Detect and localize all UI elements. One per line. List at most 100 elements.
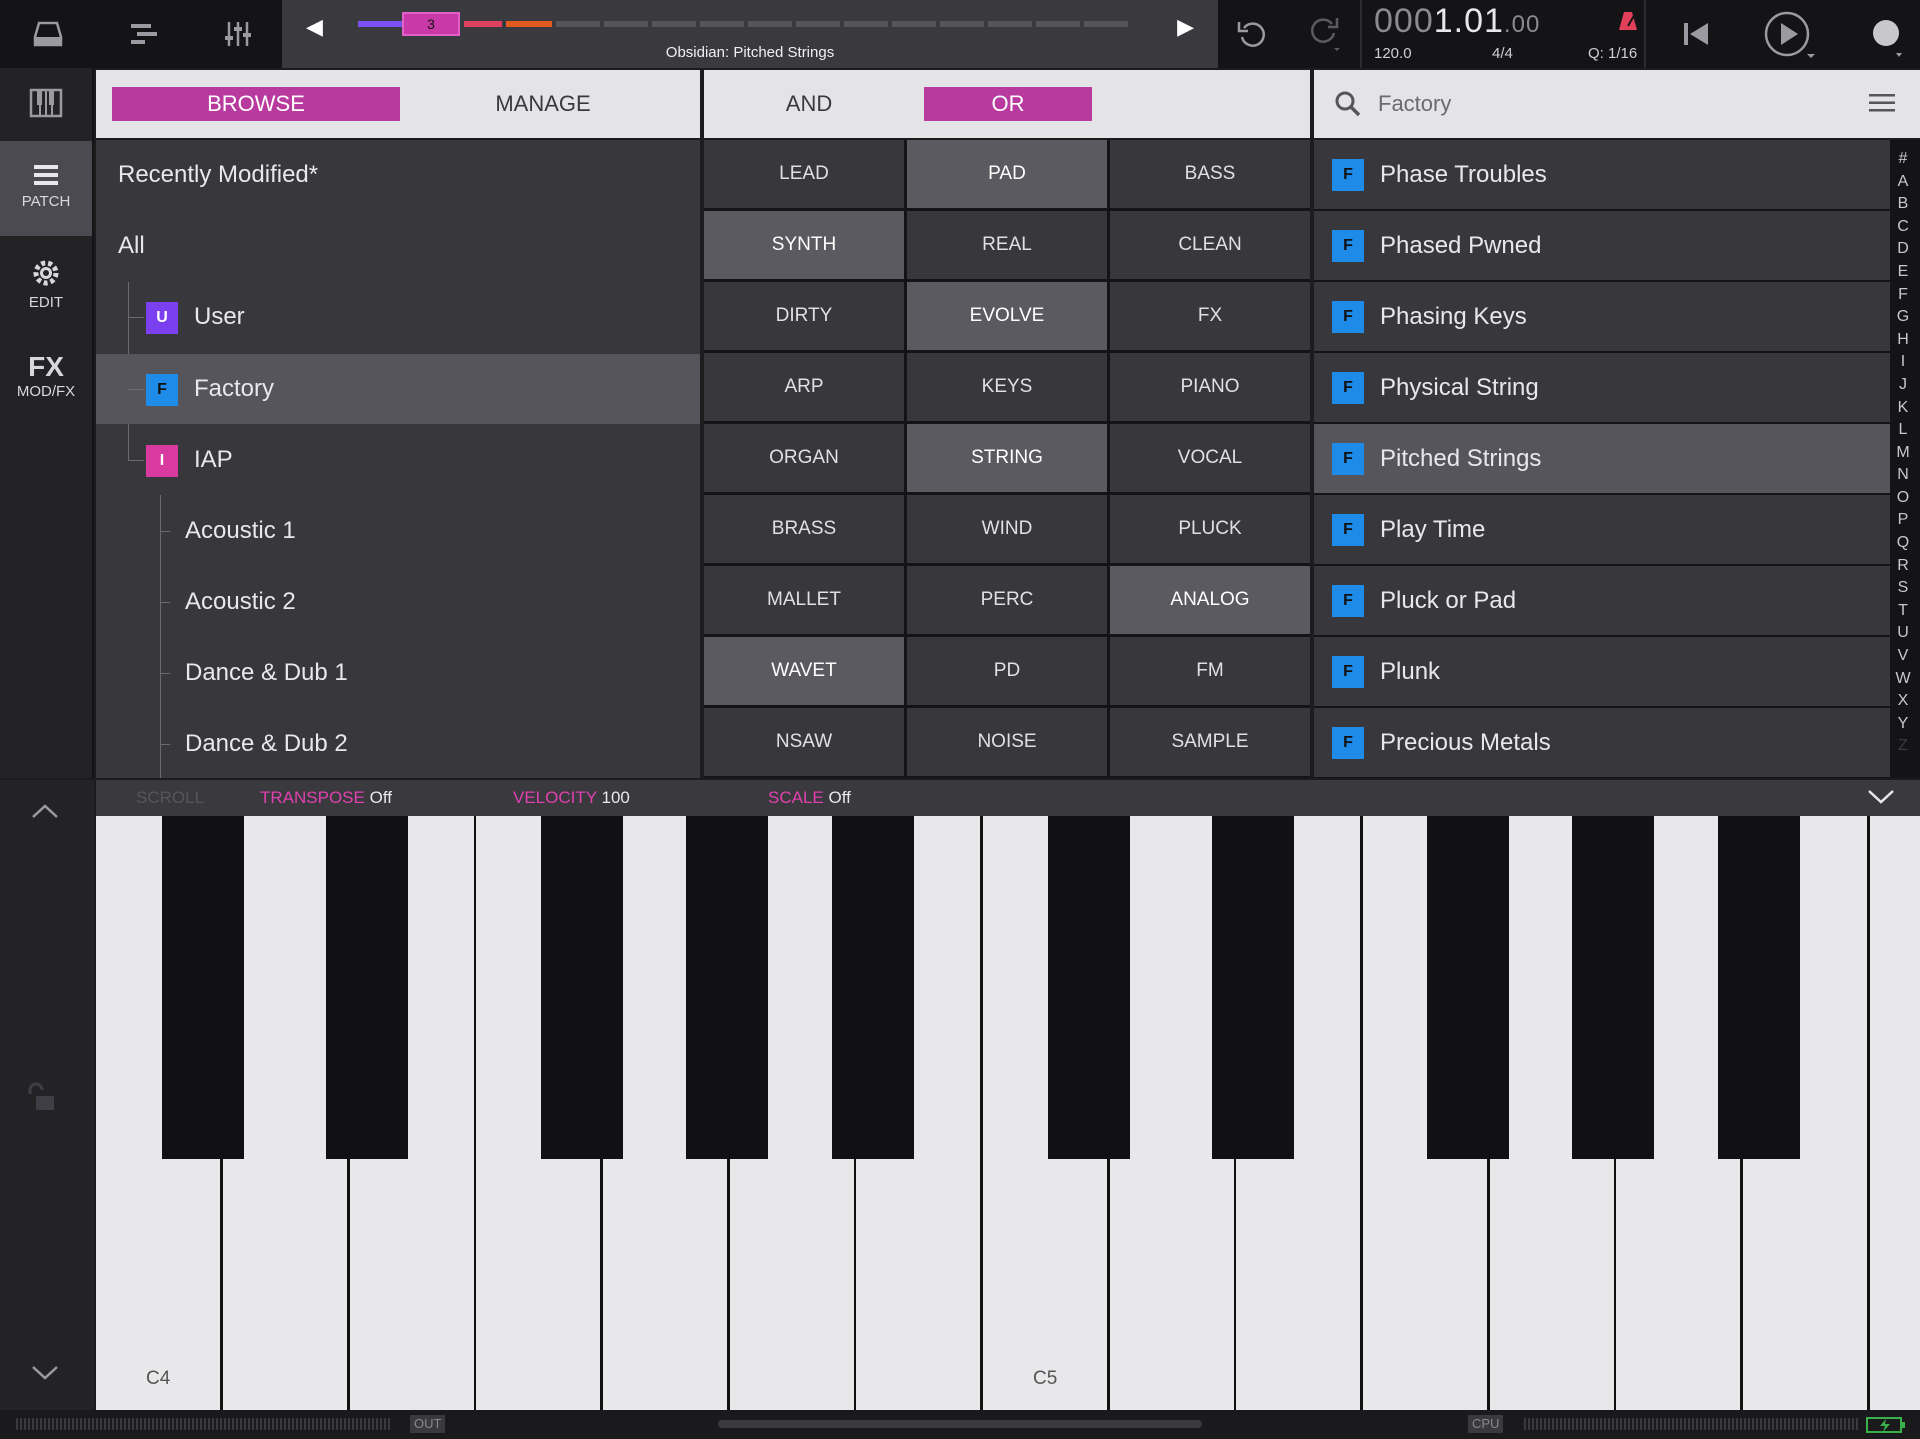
- record-icon[interactable]: [1846, 0, 1916, 68]
- alphabet-letter[interactable]: S: [1890, 579, 1916, 597]
- previous-pattern-icon[interactable]: ◀: [306, 14, 336, 44]
- alphabet-letter[interactable]: A: [1890, 173, 1916, 191]
- tree-item-user[interactable]: U User: [96, 282, 700, 352]
- alphabet-letter[interactable]: X: [1890, 692, 1916, 710]
- patch-row[interactable]: F Plunk: [1314, 637, 1890, 706]
- black-key[interactable]: [832, 816, 914, 1159]
- patch-row[interactable]: F Physical String: [1314, 353, 1890, 422]
- black-key[interactable]: [1718, 816, 1800, 1159]
- black-key[interactable]: [541, 816, 623, 1159]
- alphabet-letter[interactable]: Y: [1890, 715, 1916, 733]
- alphabet-letter[interactable]: C: [1890, 218, 1916, 236]
- alphabet-letter[interactable]: D: [1890, 240, 1916, 258]
- tag-vocal[interactable]: VOCAL: [1110, 424, 1310, 492]
- tree-item-factory[interactable]: F Factory: [96, 354, 700, 424]
- alphabet-letter[interactable]: J: [1890, 376, 1916, 394]
- white-key[interactable]: [1870, 816, 1920, 1410]
- keyboard-view-icon[interactable]: [0, 70, 92, 136]
- alphabet-letter[interactable]: W: [1890, 670, 1916, 688]
- manage-button[interactable]: MANAGE: [400, 87, 686, 121]
- alphabet-letter[interactable]: M: [1890, 444, 1916, 462]
- arrange-icon[interactable]: [118, 0, 170, 68]
- lock-icon[interactable]: [26, 1082, 60, 1121]
- transport-display[interactable]: 0001.01.00 120.0 4/4 Q: 1/16: [1360, 0, 1646, 68]
- piano-keyboard[interactable]: C4 C5: [96, 816, 1920, 1410]
- tab-edit[interactable]: EDIT: [0, 236, 92, 331]
- tag-noise[interactable]: NOISE: [907, 708, 1107, 776]
- alphabet-letter[interactable]: I: [1890, 353, 1916, 371]
- patch-row[interactable]: F Pluck or Pad: [1314, 566, 1890, 635]
- black-key[interactable]: [1048, 816, 1130, 1159]
- alphabet-letter[interactable]: V: [1890, 647, 1916, 665]
- instrument-icon[interactable]: [22, 0, 74, 68]
- menu-icon[interactable]: [1868, 92, 1896, 119]
- tree-item-all[interactable]: All: [96, 211, 700, 281]
- tag-fx[interactable]: FX: [1110, 282, 1310, 350]
- tag-pd[interactable]: PD: [907, 637, 1107, 705]
- alphabet-letter[interactable]: P: [1890, 511, 1916, 529]
- alphabet-letter[interactable]: U: [1890, 624, 1916, 642]
- alphabet-letter[interactable]: L: [1890, 421, 1916, 439]
- tag-pad[interactable]: PAD: [907, 140, 1107, 208]
- tag-lead[interactable]: LEAD: [704, 140, 904, 208]
- tag-mallet[interactable]: MALLET: [704, 566, 904, 634]
- tag-fm[interactable]: FM: [1110, 637, 1310, 705]
- patch-row[interactable]: F Phasing Keys: [1314, 282, 1890, 351]
- undo-icon[interactable]: [1224, 0, 1280, 68]
- tag-wind[interactable]: WIND: [907, 495, 1107, 563]
- black-key[interactable]: [1572, 816, 1654, 1159]
- tag-analog[interactable]: ANALOG: [1110, 566, 1310, 634]
- alphabet-letter[interactable]: B: [1890, 195, 1916, 213]
- time-signature[interactable]: 4/4: [1492, 45, 1513, 62]
- sequencer-overview[interactable]: ◀ 3 ▶ Obsidian: Pitched Strings: [282, 0, 1218, 68]
- collapse-keyboard-icon[interactable]: [1866, 788, 1896, 811]
- alphabet-letter[interactable]: H: [1890, 331, 1916, 349]
- octave-down-icon[interactable]: [30, 1364, 60, 1387]
- pattern-marker[interactable]: 3: [402, 12, 460, 36]
- tag-evolve[interactable]: EVOLVE: [907, 282, 1107, 350]
- patch-row-selected[interactable]: F Pitched Strings: [1314, 424, 1890, 493]
- velocity-setting[interactable]: VELOCITY 100: [513, 788, 630, 808]
- black-key[interactable]: [1212, 816, 1294, 1159]
- black-key[interactable]: [326, 816, 408, 1159]
- tag-dirty[interactable]: DIRTY: [704, 282, 904, 350]
- alphabet-index[interactable]: # A B C D E F G H I J K L M N O P Q R S T U V W X Y Z: [1890, 150, 1916, 760]
- next-pattern-icon[interactable]: ▶: [1164, 14, 1194, 44]
- alphabet-letter[interactable]: K: [1890, 399, 1916, 417]
- black-key[interactable]: [162, 816, 244, 1159]
- metronome-icon[interactable]: [1618, 10, 1638, 37]
- alphabet-letter[interactable]: T: [1890, 602, 1916, 620]
- tree-item-iap[interactable]: I IAP: [96, 425, 700, 495]
- tree-item-child[interactable]: Dance & Dub 1: [96, 638, 700, 708]
- tree-item-child[interactable]: Dance & Dub 2: [96, 709, 700, 778]
- tag-clean[interactable]: CLEAN: [1110, 211, 1310, 279]
- scroll-toggle[interactable]: SCROLL: [136, 788, 204, 808]
- tree-item-child[interactable]: Acoustic 2: [96, 567, 700, 637]
- search-input[interactable]: Factory: [1378, 87, 1778, 121]
- tree-item-recent[interactable]: Recently Modified*: [96, 140, 700, 210]
- tag-string[interactable]: STRING: [907, 424, 1107, 492]
- browse-button[interactable]: BROWSE: [112, 87, 400, 121]
- search-icon[interactable]: [1334, 90, 1362, 123]
- tag-pluck[interactable]: PLUCK: [1110, 495, 1310, 563]
- tab-modfx[interactable]: FX MOD/FX: [0, 331, 92, 426]
- scale-setting[interactable]: SCALE Off: [768, 788, 851, 808]
- tag-bass[interactable]: BASS: [1110, 140, 1310, 208]
- tag-arp[interactable]: ARP: [704, 353, 904, 421]
- tag-organ[interactable]: ORGAN: [704, 424, 904, 492]
- tree-item-child[interactable]: Acoustic 1: [96, 496, 700, 566]
- alphabet-letter[interactable]: E: [1890, 263, 1916, 281]
- alphabet-letter[interactable]: Q: [1890, 534, 1916, 552]
- and-button[interactable]: AND: [744, 87, 874, 121]
- tag-nsaw[interactable]: NSAW: [704, 708, 904, 776]
- mixer-icon[interactable]: [212, 0, 264, 68]
- tempo-value[interactable]: 120.0: [1374, 45, 1412, 62]
- alphabet-letter[interactable]: O: [1890, 489, 1916, 507]
- patch-row[interactable]: F Phase Troubles: [1314, 140, 1890, 209]
- patch-row[interactable]: F Phased Pwned: [1314, 211, 1890, 280]
- redo-icon[interactable]: [1296, 0, 1352, 68]
- tag-wavet[interactable]: WAVET: [704, 637, 904, 705]
- black-key[interactable]: [686, 816, 768, 1159]
- play-icon[interactable]: [1750, 0, 1830, 68]
- tag-real[interactable]: REAL: [907, 211, 1107, 279]
